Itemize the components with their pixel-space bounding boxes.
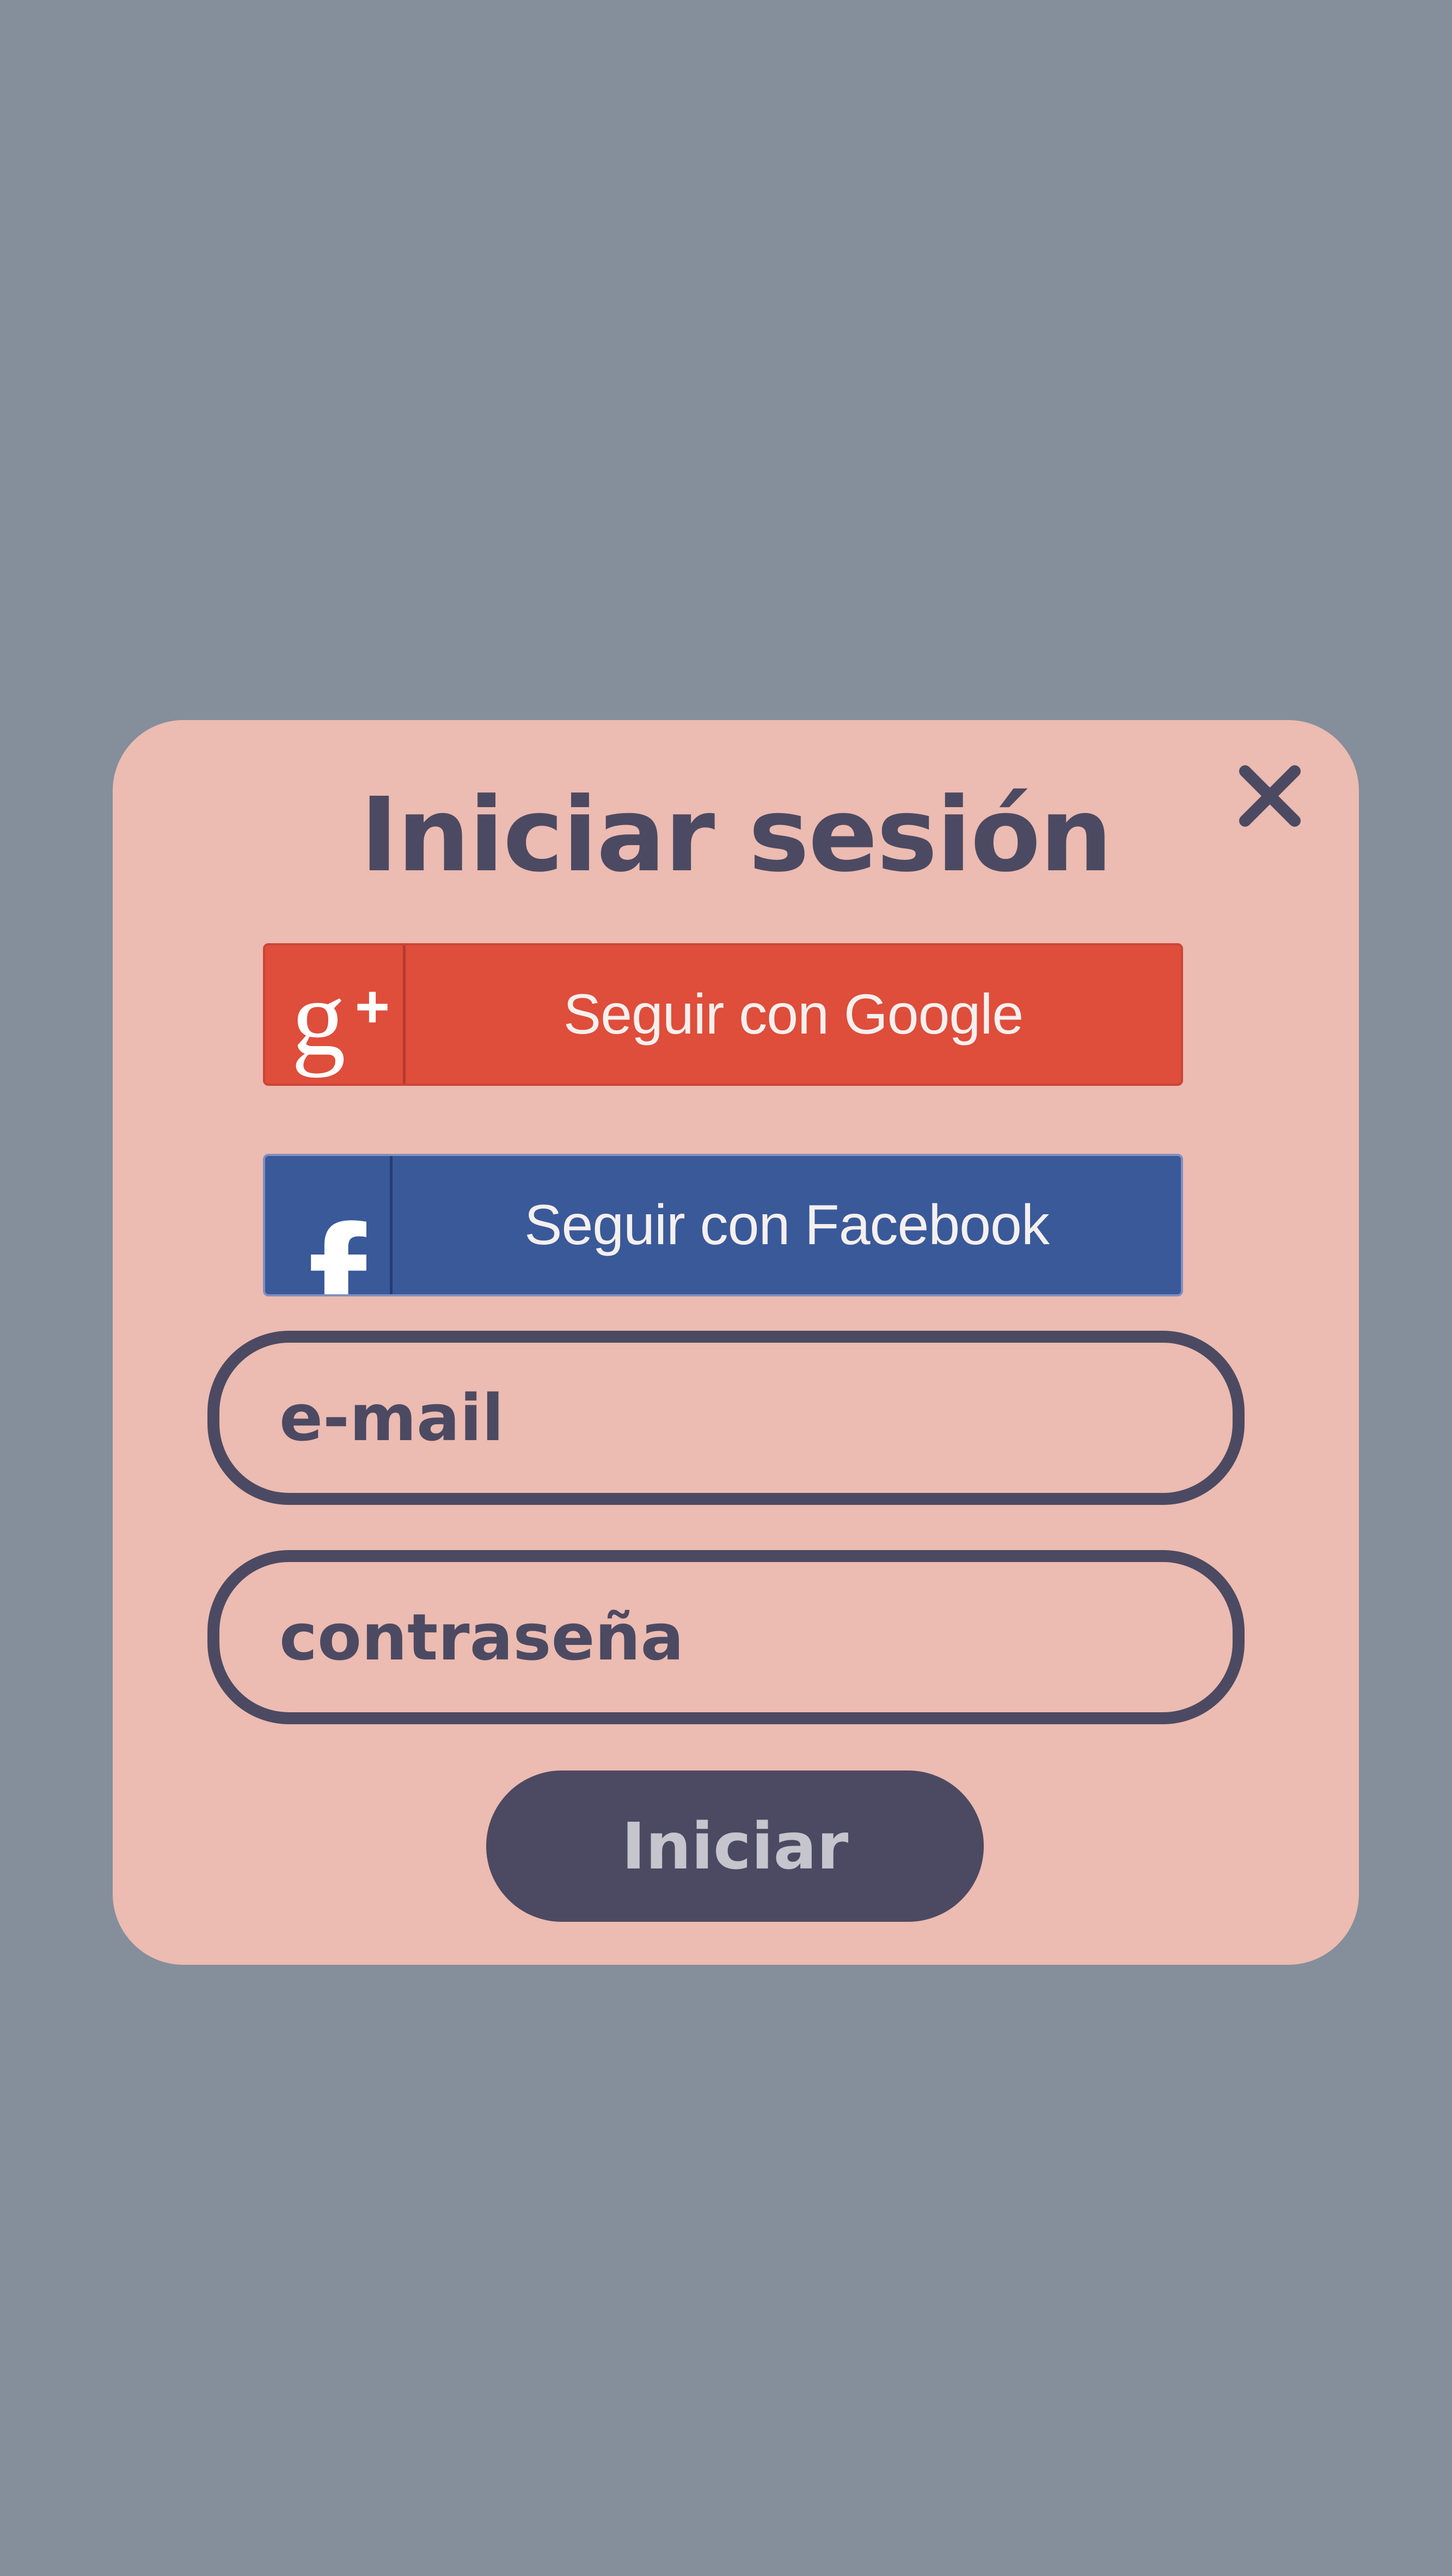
facebook-icon: f — [265, 1156, 390, 1294]
email-field[interactable] — [207, 1331, 1245, 1505]
facebook-button-label: Seguir con Facebook — [524, 1193, 1050, 1257]
facebook-login-button[interactable]: f Seguir con Facebook — [263, 1154, 1183, 1296]
google-plus-icon: g + — [265, 945, 403, 1084]
google-login-button[interactable]: g + Seguir con Google — [263, 943, 1183, 1086]
svg-text:g: g — [291, 958, 346, 1078]
password-field[interactable] — [207, 1550, 1245, 1724]
modal-title: Iniciar sesión — [360, 776, 1113, 895]
google-button-label: Seguir con Google — [563, 982, 1024, 1046]
svg-text:f: f — [308, 1189, 368, 1294]
login-submit-button[interactable]: Iniciar — [486, 1770, 984, 1922]
svg-text:+: + — [355, 973, 390, 1040]
